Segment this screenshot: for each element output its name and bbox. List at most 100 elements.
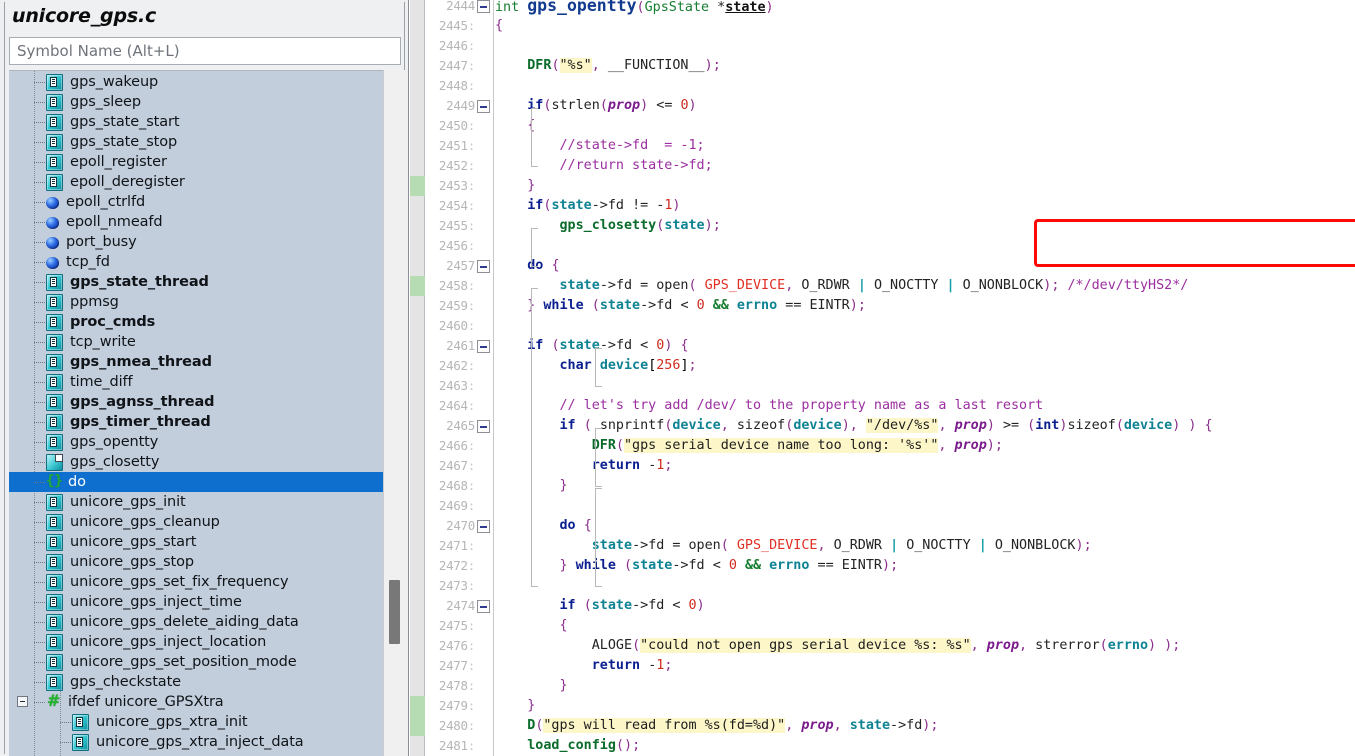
code-line[interactable]: ALOGE("could not open gps serial device … [495,636,1180,656]
function-icon [46,173,63,191]
tree-item-unicore-gps-stop[interactable]: unicore_gps_stop [9,552,383,572]
tree-item-gps-state-start[interactable]: gps_state_start [9,112,383,132]
tree-item-port-busy[interactable]: port_busy [9,232,383,252]
tree-item-epoll-ctrlfd[interactable]: epoll_ctrlfd [9,192,383,212]
code-line[interactable]: do { [495,256,559,276]
tree-item-gps-wakeup[interactable]: gps_wakeup [9,72,383,92]
code-line[interactable]: return -1; [495,656,673,676]
code-line[interactable]: if (state->fd < 0) [495,596,705,616]
code-line[interactable]: { [495,116,535,136]
tree-item-label: epoll_ctrlfd [66,194,146,210]
tree-item-epoll-nmeafd[interactable]: epoll_nmeafd [9,212,383,232]
tree-item-ifdef-unicore-gpsxtra[interactable]: ifdef unicore_GPSXtra [9,691,383,712]
tree-item-label: epoll_nmeafd [66,214,163,230]
tree-item-unicore-gps-init[interactable]: unicore_gps_init [9,492,383,512]
tree-item-do[interactable]: do [9,472,383,492]
line-number: 2472: [438,558,475,573]
code-line[interactable]: } [495,696,535,716]
tree-elbow [34,302,45,303]
sidebar-scrollbar-thumb[interactable] [389,580,400,644]
line-number-gutter[interactable]: 2444 2445: 2446: 2447: 2448: 2449 2450: 2451: 24… [425,0,490,756]
code-line[interactable]: state->fd = open( GPS_DEVICE, O_RDWR | O… [495,276,1189,296]
line-number: 2454: [438,198,475,213]
function-icon [46,133,63,151]
tree-item-unicore-gps-start[interactable]: unicore_gps_start [9,532,383,552]
code-line[interactable]: { [495,16,503,36]
code-line[interactable]: DFR("%s", __FUNCTION__); [495,56,721,76]
code-line[interactable]: load_config(); [495,736,640,756]
tree-item-unicore-gps-delete-aiding-data[interactable]: unicore_gps_delete_aiding_data [9,612,383,632]
tree-item-gps-opentty[interactable]: gps_opentty [9,432,383,452]
tree-item-gps-agnss-thread[interactable]: gps_agnss_thread [9,392,383,412]
tree-elbow [34,402,45,403]
function-icon [46,333,63,351]
tree-item-label: gps_state_start [70,114,180,130]
code-fold-toggle[interactable] [477,520,490,533]
tree-item-unicore-gps-set-fix-frequency[interactable]: unicore_gps_set_fix_frequency [9,572,383,592]
code-line[interactable]: gps_closetty(state); [495,216,721,236]
tree-item-epoll-register[interactable]: epoll_register [9,152,383,172]
code-fold-toggle[interactable] [477,340,490,353]
tree-item-unicore-gps-set-position-mode[interactable]: unicore_gps_set_position_mode [9,652,383,672]
tree-item-ppmsg[interactable]: ppmsg [9,292,383,312]
code-line[interactable]: } while (state->fd < 0 && errno == EINTR… [495,556,899,576]
tree-elbow [34,102,45,103]
tree-item-unicore-gps-inject-location[interactable]: unicore_gps_inject_location [9,632,383,652]
code-line[interactable]: int gps_opentty(GpsState *state) [495,0,774,16]
tree-item-tcp-fd[interactable]: tcp_fd [9,252,383,272]
tree-elbow [34,482,45,483]
code-line[interactable]: if ( snprintf(device, sizeof(device), "/… [495,416,1213,436]
code-line[interactable]: DFR("gps serial device name too long: '%… [495,436,1003,456]
tree-elbow [34,522,45,523]
code-line[interactable]: do { [495,516,592,536]
tree-item-time-diff[interactable]: time_diff [9,372,383,392]
code-fold-toggle[interactable] [477,100,490,113]
code-line[interactable]: } [495,676,568,696]
tree-item-gps-nmea-thread[interactable]: gps_nmea_thread [9,352,383,372]
tree-item-tcp-write[interactable]: tcp_write [9,332,383,352]
tree-item-epoll-deregister[interactable]: epoll_deregister [9,172,383,192]
code-line[interactable]: if (state->fd < 0) { [495,336,688,356]
fold-guide-cap-bottom [531,586,538,587]
tree-elbow [34,622,45,623]
tree-item-gps-sleep[interactable]: gps_sleep [9,92,383,112]
code-fold-toggle[interactable] [477,260,490,273]
tree-item-unicore-gps-xtra-init[interactable]: unicore_gps_xtra_init [9,712,383,732]
tree-item-unicore-gps-inject-time[interactable]: unicore_gps_inject_time [9,592,383,612]
code-text-area[interactable]: int gps_opentty(GpsState *state){ DFR("%… [495,0,1355,756]
code-line[interactable]: D("gps will read from %s(fd=%d)", prop, … [495,716,938,736]
line-number: 2467: [438,458,475,473]
tree-elbow [34,662,45,663]
tree-collapse-toggle[interactable] [17,696,28,707]
tree-item-proc-cmds[interactable]: proc_cmds [9,312,383,332]
tree-item-gps-closetty[interactable]: gps_closetty [9,452,383,472]
function-icon [46,273,63,291]
code-line[interactable]: { [495,616,568,636]
code-line[interactable]: //return state->fd; [495,156,712,176]
tree-item-gps-timer-thread[interactable]: gps_timer_thread [9,412,383,432]
code-fold-toggle[interactable] [477,0,490,13]
code-editor[interactable]: 2444 2445: 2446: 2447: 2448: 2449 2450: 2451: 24… [409,0,1355,756]
code-line[interactable]: //state->fd = -1; [495,136,704,156]
sidebar-scrollbar[interactable] [383,70,405,756]
code-line[interactable]: if(state->fd != -1) [495,196,680,216]
symbol-tree-scroll-area[interactable]: gps_wakeup gps_sleep gps_state_start gps_st… [9,70,405,756]
tree-item-gps-state-thread[interactable]: gps_state_thread [9,272,383,292]
function-icon [46,513,63,531]
code-line[interactable]: } while (state->fd < 0 && errno == EINTR… [495,296,866,316]
symbol-search-input[interactable] [9,37,401,65]
line-number: 2474 [446,598,475,613]
tree-item-gps-state-stop[interactable]: gps_state_stop [9,132,383,152]
code-line[interactable]: } [495,176,535,196]
code-line[interactable]: if(strlen(prop) <= 0) [495,96,696,116]
code-line[interactable]: // let's try add /dev/ to the property n… [495,396,1043,416]
tree-item-gps-checkstate[interactable]: gps_checkstate [9,672,383,692]
code-fold-toggle[interactable] [477,600,490,613]
line-number: 2465 [446,418,475,433]
tree-item-unicore-gps-xtra-inject-data[interactable]: unicore_gps_xtra_inject_data [9,732,383,752]
code-line[interactable]: state->fd = open( GPS_DEVICE, O_RDWR | O… [495,536,1092,556]
code-fold-toggle[interactable] [477,420,490,433]
tree-item-label: tcp_fd [66,254,110,270]
tree-item-unicore-gps-cleanup[interactable]: unicore_gps_cleanup [9,512,383,532]
code-line[interactable]: return -1; [495,456,673,476]
